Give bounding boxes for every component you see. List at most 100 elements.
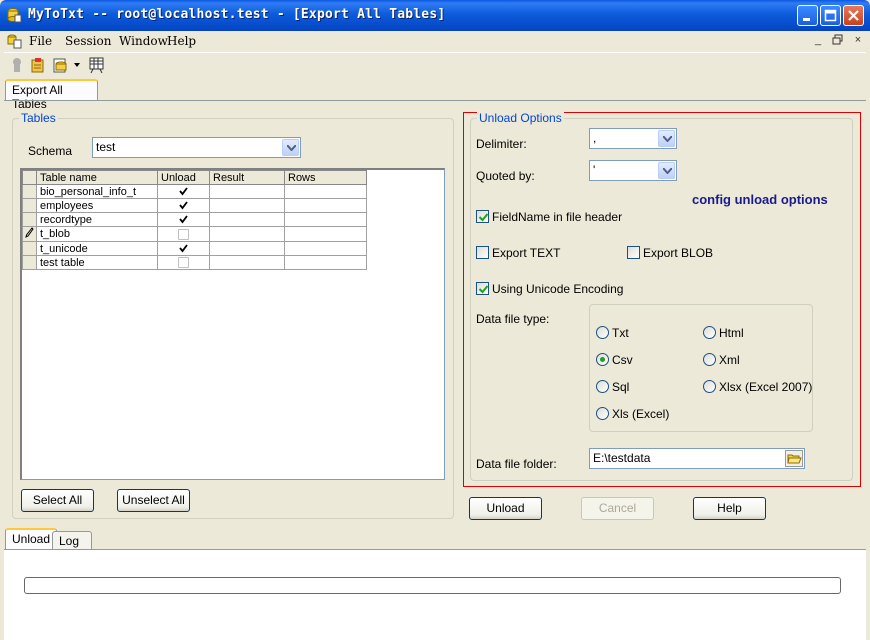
row-indicator [22, 184, 37, 199]
document-icon [7, 34, 22, 49]
tab-export-all-tables[interactable]: Export All Tables [5, 79, 98, 111]
col-rows[interactable]: Rows [284, 170, 367, 185]
unload-button[interactable]: Unload [469, 497, 542, 520]
app-icon [7, 8, 22, 23]
col-unload[interactable]: Unload [157, 170, 210, 185]
quoted-by-value: ' [593, 163, 596, 177]
select-all-button[interactable]: Select All [21, 489, 94, 512]
result-cell [209, 198, 285, 213]
result-cell [209, 226, 285, 242]
col-table-name[interactable]: Table name [36, 170, 158, 185]
radio-txt[interactable] [596, 326, 609, 339]
unload-checkbox[interactable] [157, 212, 210, 227]
data-file-type-label: Data file type: [476, 312, 550, 326]
radio-csv[interactable] [596, 353, 609, 366]
table-name-cell[interactable]: t_unicode [36, 241, 158, 256]
rows-cell [284, 255, 367, 270]
mdi-restore-icon[interactable] [831, 33, 845, 47]
delimiter-value: , [593, 131, 597, 145]
tab-unload[interactable]: Unload [5, 528, 58, 550]
data-file-folder-input[interactable]: E:\testdata [589, 448, 805, 469]
col-result[interactable]: Result [209, 170, 285, 185]
radio-xlsx-label[interactable]: Xlsx (Excel 2007) [719, 380, 812, 394]
close-button[interactable] [843, 5, 864, 26]
menu-file[interactable]: File [29, 34, 52, 48]
radio-sql[interactable] [596, 380, 609, 393]
chevron-down-icon[interactable] [658, 162, 675, 179]
maximize-button[interactable] [820, 5, 841, 26]
unload-checkbox[interactable] [157, 198, 210, 213]
rows-cell [284, 241, 367, 256]
checkmark-icon [478, 285, 489, 294]
radio-xml-label[interactable]: Xml [719, 353, 740, 367]
toolbar [4, 52, 866, 76]
table-name-cell[interactable]: recordtype [36, 212, 158, 227]
chevron-down-icon[interactable] [282, 139, 299, 156]
table-name-cell[interactable]: t_blob [36, 226, 158, 242]
cancel-button[interactable]: Cancel [581, 497, 654, 520]
table-name-cell[interactable]: test table [36, 255, 158, 270]
disconnect-icon[interactable] [29, 56, 47, 74]
table-name-cell[interactable]: employees [36, 198, 158, 213]
menu-bar: File Session Window Help _ × [4, 31, 866, 51]
menu-session[interactable]: Session [65, 34, 111, 48]
unicode-checkbox[interactable] [476, 282, 489, 295]
table-row[interactable]: t_blob [22, 226, 367, 242]
window-title: MyToTxt -- root@localhost.test - [Export… [28, 7, 446, 22]
unload-checkbox[interactable] [157, 184, 210, 199]
radio-xls-label[interactable]: Xls (Excel) [612, 407, 669, 421]
connect-icon[interactable] [8, 56, 26, 74]
export-icon[interactable] [52, 56, 70, 74]
unload-checkbox[interactable] [157, 226, 210, 242]
unselect-all-button[interactable]: Unselect All [117, 489, 190, 512]
export-blob-label[interactable]: Export BLOB [643, 246, 713, 260]
schema-select[interactable]: test [92, 137, 301, 158]
title-bar[interactable]: MyToTxt -- root@localhost.test - [Export… [0, 0, 870, 31]
unload-checkbox[interactable] [157, 241, 210, 256]
export-text-checkbox[interactable] [476, 246, 489, 259]
export-blob-checkbox[interactable] [627, 246, 640, 259]
table-row[interactable]: recordtype [22, 212, 367, 227]
chevron-down-icon[interactable] [658, 130, 675, 147]
table-row[interactable]: employees [22, 198, 367, 213]
radio-html-label[interactable]: Html [719, 326, 744, 340]
table-name-cell[interactable]: bio_personal_info_t [36, 184, 158, 199]
mdi-close-button[interactable]: × [851, 33, 865, 47]
dropdown-arrow-icon[interactable] [74, 63, 81, 68]
table-row[interactable]: test table [22, 255, 367, 270]
row-indicator [22, 198, 37, 213]
menu-help[interactable]: Help [167, 34, 196, 48]
mdi-minimize-button[interactable]: _ [811, 33, 825, 47]
unload-options-label: Unload Options [477, 111, 564, 125]
export-text-label[interactable]: Export TEXT [492, 246, 560, 260]
radio-csv-label[interactable]: Csv [612, 353, 633, 367]
fieldname-header-label[interactable]: FieldName in file header [492, 210, 622, 224]
table-row[interactable]: bio_personal_info_t [22, 184, 367, 199]
tab-log[interactable]: Log [52, 531, 92, 551]
menu-window[interactable]: Window [119, 34, 168, 48]
radio-xls[interactable] [596, 407, 609, 420]
schema-value: test [96, 140, 116, 154]
pencil-icon [22, 226, 37, 242]
maximize-icon [824, 9, 837, 22]
radio-sql-label[interactable]: Sql [612, 380, 629, 394]
delimiter-select[interactable]: , [589, 128, 677, 149]
unload-checkbox[interactable] [157, 255, 210, 270]
quoted-by-select[interactable]: ' [589, 160, 677, 181]
radio-xlsx[interactable] [703, 380, 716, 393]
tables-grid[interactable]: Table name Unload Result Rows bio_person… [20, 168, 445, 480]
radio-xml[interactable] [703, 353, 716, 366]
radio-html[interactable] [703, 326, 716, 339]
unicode-label[interactable]: Using Unicode Encoding [492, 282, 623, 296]
table-row[interactable]: t_unicode [22, 241, 367, 256]
folder-browse-icon[interactable] [785, 450, 803, 467]
help-button[interactable]: Help [693, 497, 766, 520]
fieldname-header-checkbox[interactable] [476, 210, 489, 223]
unload-panel [4, 549, 866, 640]
rows-cell [284, 226, 367, 242]
row-indicator [22, 241, 37, 256]
table-icon[interactable] [88, 56, 106, 74]
minimize-button[interactable] [797, 5, 818, 26]
checkmark-icon [478, 213, 489, 222]
radio-txt-label[interactable]: Txt [612, 326, 629, 340]
